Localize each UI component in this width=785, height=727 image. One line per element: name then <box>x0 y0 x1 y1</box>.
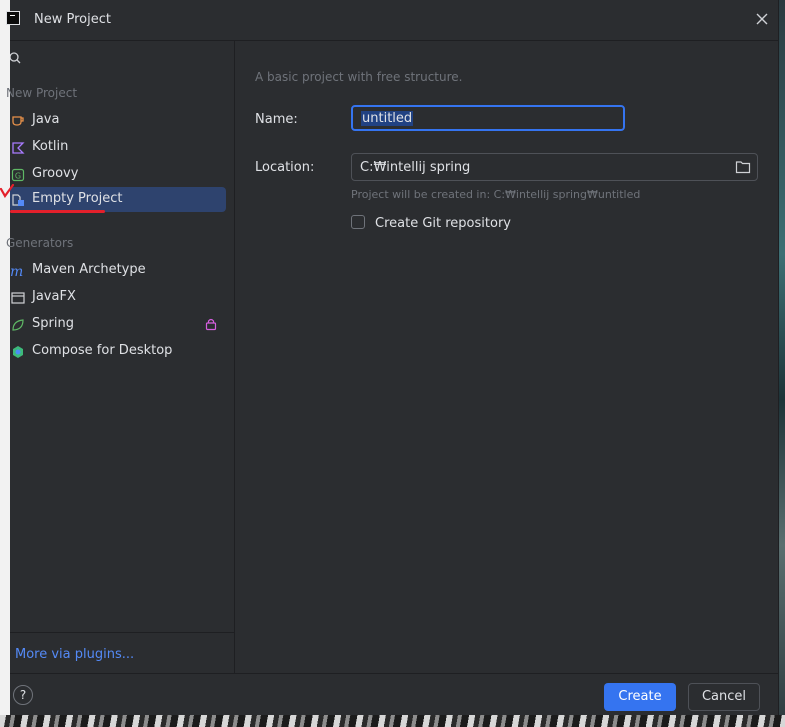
sidebar-item-label: JavaFX <box>32 289 76 304</box>
create-git-repository-checkbox[interactable] <box>351 215 365 229</box>
project-path-hint: Project will be created in: C:₩intellij … <box>351 188 641 201</box>
desktop-background-left <box>0 0 10 727</box>
help-button[interactable]: ? <box>13 685 33 705</box>
spring-leaf-icon <box>10 317 26 333</box>
project-description: A basic project with free structure. <box>255 70 463 84</box>
java-cup-icon <box>10 113 26 129</box>
sidebar-item-label: Spring <box>32 316 74 331</box>
close-button[interactable] <box>754 12 770 28</box>
sidebar-item-groovy[interactable]: G Groovy <box>10 162 226 187</box>
dialog-title: New Project <box>34 12 111 27</box>
search-input[interactable] <box>24 49 228 71</box>
desktop-background-bottom <box>0 715 785 727</box>
sidebar-divider <box>10 632 234 633</box>
groovy-icon: G <box>10 167 26 183</box>
maven-icon: m <box>10 263 26 279</box>
sidebar-item-label: Empty Project <box>32 191 123 206</box>
sidebar-item-spring[interactable]: Spring <box>10 312 226 337</box>
sidebar-item-label: Compose for Desktop <box>32 343 173 358</box>
sidebar-item-label: Java <box>32 112 60 127</box>
sidebar-item-label: Groovy <box>32 166 79 181</box>
sidebar-item-kotlin[interactable]: Kotlin <box>10 135 226 160</box>
location-label: Location: <box>255 160 315 175</box>
new-project-dialog: New Project New Project Java Kotlin G Gr… <box>6 0 779 716</box>
title-bar: New Project <box>6 0 778 41</box>
group-label-generators: Generators <box>6 236 74 250</box>
compose-icon <box>10 344 26 360</box>
desktop-background-right <box>778 0 785 727</box>
folder-browse-icon[interactable] <box>735 160 751 174</box>
group-label-new-project: New Project <box>6 86 78 100</box>
javafx-window-icon <box>10 290 26 306</box>
project-type-sidebar: New Project Java Kotlin G Groovy Empty P… <box>6 41 235 673</box>
sidebar-item-label: Kotlin <box>32 139 69 154</box>
intellij-logo-icon <box>6 11 20 25</box>
sidebar-item-empty-project[interactable]: Empty Project <box>10 187 226 212</box>
cancel-button[interactable]: Cancel <box>688 683 760 711</box>
search-row <box>10 49 234 71</box>
sidebar-item-label: Maven Archetype <box>32 262 146 277</box>
lock-icon <box>205 318 217 331</box>
project-location-input[interactable]: C:₩intellij spring <box>351 153 758 181</box>
annotation-underline <box>10 210 105 213</box>
sidebar-item-java[interactable]: Java <box>10 108 226 133</box>
kotlin-icon <box>10 140 26 156</box>
search-icon <box>10 52 21 64</box>
close-icon <box>756 13 768 25</box>
project-name-input[interactable]: untitled <box>351 105 625 131</box>
sidebar-item-javafx[interactable]: JavaFX <box>10 285 226 310</box>
more-via-plugins-link[interactable]: More via plugins... <box>15 647 134 662</box>
project-location-value: C:₩intellij spring <box>360 160 471 175</box>
project-settings-panel: A basic project with free structure. Nam… <box>235 41 778 673</box>
create-button[interactable]: Create <box>604 683 676 711</box>
svg-text:G: G <box>15 172 21 181</box>
name-label: Name: <box>255 112 298 127</box>
annotation-checkmark-icon <box>0 184 14 198</box>
sidebar-item-compose-for-desktop[interactable]: Compose for Desktop <box>10 339 226 364</box>
dialog-footer: ? Create Cancel <box>10 673 778 716</box>
create-git-repository-label[interactable]: Create Git repository <box>375 216 511 231</box>
svg-text:m: m <box>10 264 23 278</box>
sidebar-item-maven-archetype[interactable]: m Maven Archetype <box>10 258 226 283</box>
project-name-value: untitled <box>361 111 414 126</box>
